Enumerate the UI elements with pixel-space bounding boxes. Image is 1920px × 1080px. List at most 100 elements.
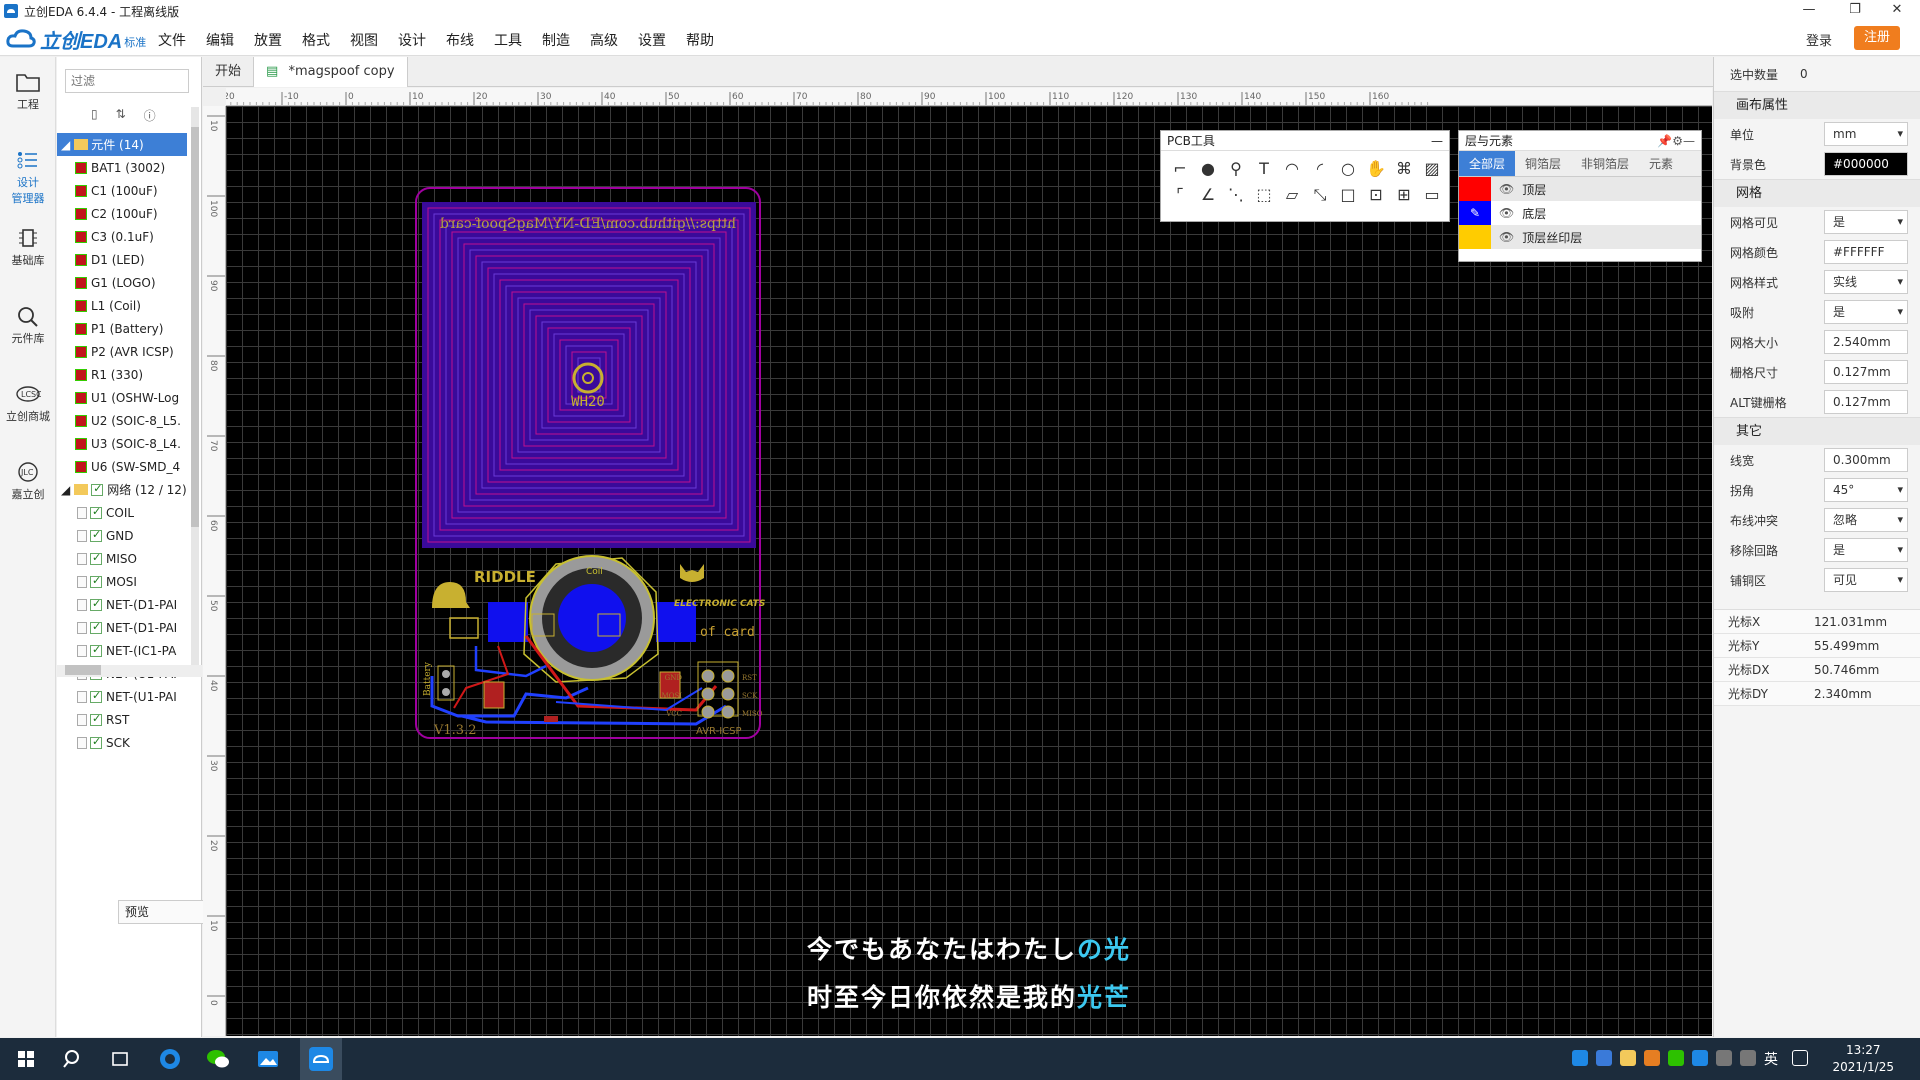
ime-indicator[interactable]: 英	[1764, 1049, 1778, 1069]
menu-item[interactable]: 文件	[158, 30, 186, 50]
tree-net-item[interactable]: NET-(D1-PAI	[57, 616, 187, 639]
property-value[interactable]: #000000	[1824, 152, 1908, 176]
tree-component-item[interactable]: BAT1 (3002)	[57, 156, 187, 179]
tree-component-item[interactable]: U1 (OSHW-Log	[57, 386, 187, 409]
tray-bluetooth-icon[interactable]	[1692, 1050, 1708, 1066]
avr-pin-pad[interactable]	[701, 669, 715, 683]
property-value[interactable]: 0.300mm	[1824, 448, 1908, 472]
net-checkbox[interactable]	[90, 597, 102, 611]
tree-net-item[interactable]: MISO	[57, 547, 187, 570]
menu-item[interactable]: 工具	[494, 30, 522, 50]
tab-non-copper-layers[interactable]: 非铜箔层	[1571, 151, 1639, 176]
tree-hscrollbar[interactable]	[57, 665, 202, 677]
login-link[interactable]: 登录	[1806, 30, 1832, 49]
property-value[interactable]: 是	[1824, 300, 1908, 324]
tree-component-item[interactable]: U6 (SW-SMD_4	[57, 455, 187, 478]
browser-icon[interactable]	[156, 1045, 184, 1073]
tab-magspoof[interactable]: ▤ *magspoof copy	[254, 57, 408, 87]
nav-design-manager[interactable]: 设计 管理器	[0, 135, 56, 213]
grid-section-header[interactable]: 网格	[1714, 179, 1920, 207]
property-value[interactable]: 可见	[1824, 568, 1908, 592]
menu-item[interactable]: 布线	[446, 30, 474, 50]
tree-component-item[interactable]: P2 (AVR ICSP)	[57, 340, 187, 363]
nav-project[interactable]: 工程	[0, 57, 56, 135]
tab-copper-layers[interactable]: 铜箔层	[1515, 151, 1571, 176]
tree-component-item[interactable]: P1 (Battery)	[57, 317, 187, 340]
tree-nets-header[interactable]: ◢ 网络 (12 / 12)	[57, 478, 187, 501]
pin-settings-icons[interactable]: 📌⚙—	[1657, 131, 1695, 151]
tab-elements[interactable]: 元素	[1639, 151, 1683, 176]
property-value[interactable]: 0.127mm	[1824, 390, 1908, 414]
avr-pin-pad[interactable]	[701, 687, 715, 701]
close-button[interactable]: ✕	[1874, 0, 1920, 22]
net-checkbox[interactable]	[90, 574, 102, 588]
image-tool-icon[interactable]: ▨	[1421, 159, 1443, 179]
nav-lcsc-mall[interactable]: LCSC 立创商城	[0, 369, 56, 447]
nav-component-library[interactable]: 元件库	[0, 291, 56, 369]
pan-tool-icon[interactable]: ✋	[1365, 159, 1387, 179]
taskbar-active-app[interactable]	[300, 1038, 342, 1080]
tree-scrollbar[interactable]	[191, 107, 199, 667]
arc-tool-icon[interactable]: ◠	[1281, 159, 1303, 179]
minimize-button[interactable]: —	[1786, 0, 1832, 22]
net-checkbox[interactable]	[90, 735, 102, 749]
layer-row-top[interactable]: 👁 顶层	[1459, 177, 1701, 201]
pcb-tools-minimize-button[interactable]: —	[1431, 131, 1443, 151]
tree-component-item[interactable]: D1 (LED)	[57, 248, 187, 271]
component-c1[interactable]	[483, 681, 505, 709]
layer-color-swatch[interactable]	[1459, 225, 1491, 249]
nav-jlc[interactable]: JLC 嘉立创	[0, 447, 56, 525]
tree-component-item[interactable]: G1 (LOGO)	[57, 271, 187, 294]
via-tool-icon[interactable]: ⚲	[1225, 159, 1247, 179]
tree-component-item[interactable]: U2 (SOIC-8_L5.	[57, 409, 187, 432]
menu-item[interactable]: 帮助	[686, 30, 714, 50]
property-value[interactable]: 0.127mm	[1824, 360, 1908, 384]
tree-net-item[interactable]: COIL	[57, 501, 187, 524]
menu-item[interactable]: 放置	[254, 30, 282, 50]
maximize-button[interactable]: ❐	[1832, 0, 1878, 22]
nav-basic-library[interactable]: 基础库	[0, 213, 56, 291]
property-value[interactable]: 忽略	[1824, 508, 1908, 532]
angle-tool-icon[interactable]: ∠	[1197, 185, 1219, 205]
tree-component-item[interactable]: R1 (330)	[57, 363, 187, 386]
task-view-icon[interactable]	[106, 1045, 134, 1073]
filter-input[interactable]	[65, 69, 189, 93]
tree-components-header[interactable]: ◢ 元件 (14)	[57, 133, 187, 156]
pad-tool-icon[interactable]: ●	[1197, 159, 1219, 179]
connect-tool-icon[interactable]: ⌘	[1393, 159, 1415, 179]
menu-item[interactable]: 编辑	[206, 30, 234, 50]
tree-net-item[interactable]: NET-(D1-PAI	[57, 593, 187, 616]
avr-pin-pad[interactable]	[721, 687, 735, 701]
pencil-icon[interactable]: ✎	[1459, 201, 1491, 225]
battery-pin-1[interactable]	[442, 670, 450, 678]
net-icon[interactable]: ⇅	[116, 107, 126, 124]
line-tool-icon[interactable]: ⋱	[1225, 185, 1247, 205]
net-checkbox[interactable]	[90, 712, 102, 726]
pad-left[interactable]	[488, 602, 528, 642]
net-checkbox[interactable]	[90, 551, 102, 565]
register-button[interactable]: 注册	[1854, 26, 1900, 50]
hole-tool-icon[interactable]: ⊡	[1365, 185, 1387, 205]
region-tool-icon[interactable]: ⬚	[1253, 185, 1275, 205]
canvas-section-header[interactable]: 画布属性	[1714, 91, 1920, 119]
avr-pin-pad[interactable]	[701, 705, 715, 719]
photos-icon[interactable]	[254, 1045, 282, 1073]
windows-start-icon[interactable]	[12, 1045, 40, 1073]
arc2-tool-icon[interactable]: ◜	[1309, 159, 1331, 179]
tray-shield-icon[interactable]	[1644, 1050, 1660, 1066]
menu-item[interactable]: 格式	[302, 30, 330, 50]
text-tool-icon[interactable]: T	[1253, 159, 1275, 179]
net-checkbox[interactable]	[90, 528, 102, 542]
property-value[interactable]: 是	[1824, 210, 1908, 234]
battery-pin-2[interactable]	[442, 688, 450, 696]
ratsnest-tool-icon[interactable]: ⤡	[1309, 185, 1331, 205]
net-checkbox[interactable]	[90, 620, 102, 634]
circle-tool-icon[interactable]: ○	[1337, 159, 1359, 179]
copper-tool-icon[interactable]: ⊞	[1393, 185, 1415, 205]
tree-net-item[interactable]: NET-(U1-PAI	[57, 685, 187, 708]
property-value[interactable]: 实线	[1824, 270, 1908, 294]
nets-checkbox[interactable]	[91, 482, 104, 496]
rect-tool-icon[interactable]: □	[1337, 185, 1359, 205]
eye-icon[interactable]: 👁	[1499, 230, 1514, 244]
property-value[interactable]: 2.540mm	[1824, 330, 1908, 354]
